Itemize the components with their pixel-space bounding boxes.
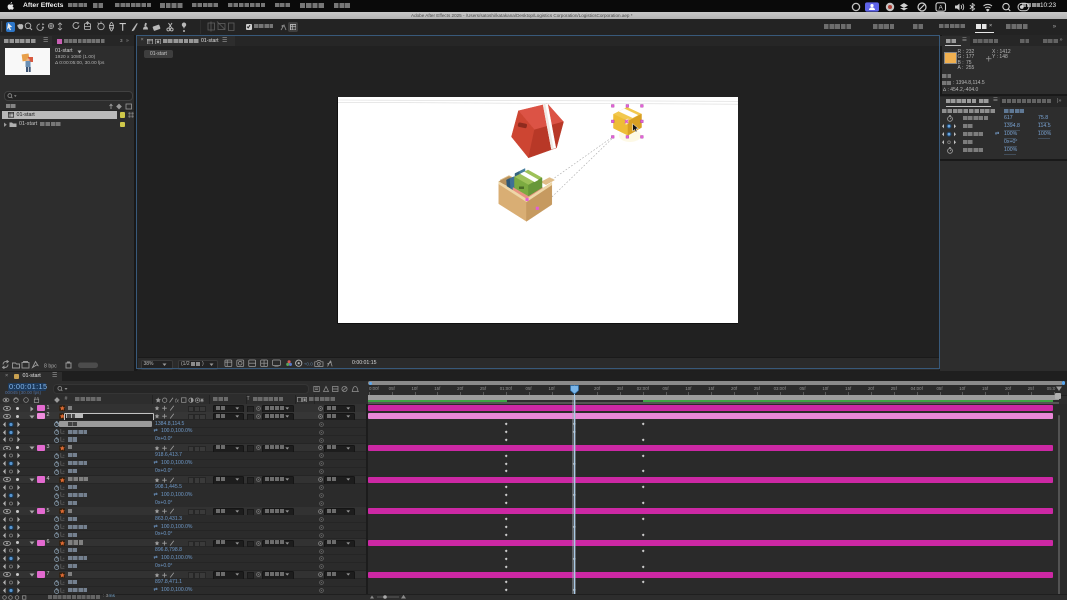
svg-text:+0.0: +0.0 [304,361,313,366]
svg-text:8 bpc: 8 bpc [44,363,57,369]
svg-text:fx: fx [175,398,179,403]
svg-text:A: A [939,4,944,11]
